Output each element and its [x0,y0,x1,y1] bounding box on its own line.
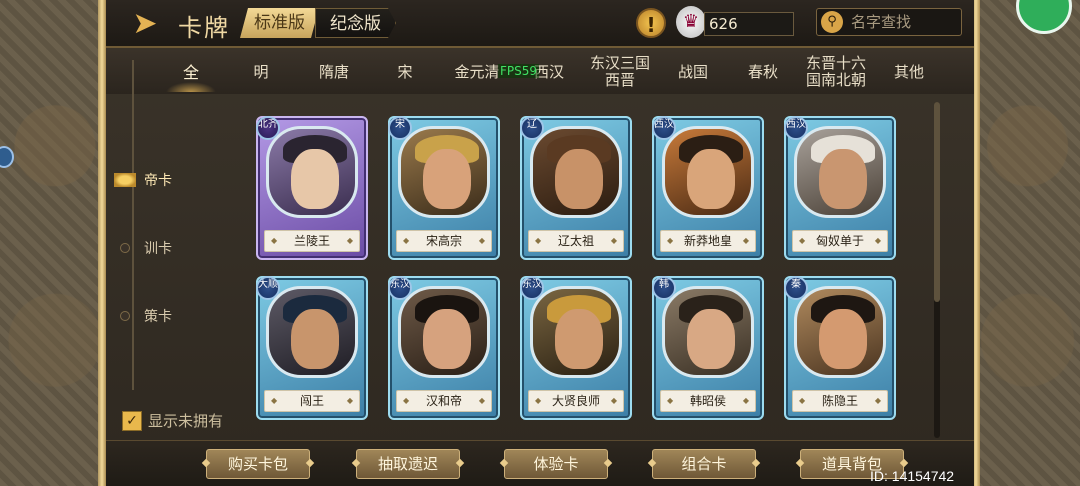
card-item[interactable]: 秦 陈隐王 [784,276,896,420]
tab-dynasty-other[interactable]: 其他 [884,50,934,94]
portrait-image [266,286,358,378]
card-name: 大贤良师 [528,390,624,412]
card-item[interactable]: 东汉 汉和帝 [388,276,500,420]
show-unowned-label: 显示未拥有 [148,412,224,430]
buy-pack-button[interactable]: 购买卡包 [206,449,310,479]
user-id-label: ID: 14154742 [870,468,955,484]
portrait-face [291,149,339,209]
tab-dynasty-song[interactable]: 宋 [382,50,428,94]
search-input[interactable] [851,12,959,32]
portrait-image [794,286,886,378]
category-strategy-cards[interactable]: 策卡 [120,306,172,326]
card-item[interactable]: 东汉 大贤良师 [520,276,632,420]
tab-dynasty-ming[interactable]: 明 [236,50,286,94]
card-name: 陈隐王 [792,390,888,412]
dynasty-badge: 韩 [652,276,676,300]
category-emperor-cards[interactable]: 帝卡 [114,170,172,190]
category-rail-line [132,60,134,390]
card-item[interactable]: 宋 宋高宗 [388,116,500,260]
card-name: 匈奴单于 [792,230,888,252]
tab-dynasty-chunqiu[interactable]: 春秋 [738,50,788,94]
dynasty-badge: 北齐 [256,116,280,140]
portrait-image [266,126,358,218]
portrait-image [662,286,754,378]
portrait-face [291,309,339,369]
dynasty-badge: 西汉 [784,116,808,140]
portrait-face [687,309,735,369]
dynasty-badge: 西汉 [652,116,676,140]
exclamation-icon[interactable]: ! [636,8,666,38]
card-name: 兰陵王 [264,230,360,252]
card-item[interactable]: 韩 韩昭侯 [652,276,764,420]
dynasty-filter-bar: 全 明 隋唐 宋 金元清 西汉 东汉三国 西晋 战国 春秋 东晋十六 国南北朝 … [106,50,974,94]
card-list-scrollbar[interactable] [934,102,940,438]
right-ornament-panel [975,0,1080,486]
dot-icon [120,311,130,321]
category-label: 策卡 [144,309,172,325]
scrollbar-thumb[interactable] [934,102,940,302]
tab-commemorative-edition[interactable]: 纪念版 [315,8,396,38]
dynasty-badge: 辽 [520,116,544,140]
card-item[interactable]: 西汉 新莽地皇 [652,116,764,260]
portrait-face [555,149,603,209]
portrait-image [398,126,490,218]
checkmark-icon[interactable]: ✓ [122,410,142,431]
portrait-face [423,149,471,209]
tab-dynasty-dongjin[interactable]: 东晋十六 国南北朝 [800,50,872,94]
card-name: 新莽地皇 [660,230,756,252]
crane-coin-icon: ♛ [676,6,706,38]
card-name: 汉和帝 [396,390,492,412]
portrait-image [530,286,622,378]
card-name: 闯王 [264,390,360,412]
dynasty-badge: 秦 [784,276,808,300]
portrait-image [794,126,886,218]
category-label: 帝卡 [144,173,172,189]
portrait-image [398,286,490,378]
page-title: 卡牌 [178,14,230,42]
bottom-action-bar: 购买卡包 抽取遗迟 体验卡 组合卡 道具背包 [106,440,974,486]
dynasty-badge: 宋 [388,116,412,140]
tab-dynasty-zhanguo[interactable]: 战国 [668,50,718,94]
tab-dynasty-all[interactable]: 全 [166,50,216,94]
portrait-face [819,309,867,369]
card-item[interactable]: 北齐 兰陵王 [256,116,368,260]
magnifier-icon[interactable]: ⚲ [821,11,843,33]
left-gold-rail [98,0,106,486]
left-ornament-panel [0,0,110,486]
portrait-face [687,149,735,209]
card-name: 宋高宗 [396,230,492,252]
category-training-cards[interactable]: 训卡 [120,238,172,258]
version-tabs: 标准版 纪念版 [240,8,396,38]
draw-relic-button[interactable]: 抽取遗迟 [356,449,460,479]
show-unowned-toggle[interactable]: ✓ 显示未拥有 [122,410,223,431]
portrait-image [530,126,622,218]
search-bar[interactable]: ⚲ [816,8,962,36]
category-label: 训卡 [144,241,172,257]
dynasty-badge: 大顺 [256,276,280,300]
card-name: 辽太祖 [528,230,624,252]
tab-dynasty-donghan[interactable]: 东汉三国 西晋 [584,50,656,94]
card-name: 韩昭侯 [660,390,756,412]
dynasty-badge: 东汉 [388,276,412,300]
trial-card-button[interactable]: 体验卡 [504,449,608,479]
currency-amount: 626 [704,12,794,36]
portrait-face [819,149,867,209]
header-bar: ➤ 卡牌 标准版 纪念版 ! ♛ 626 ⚲ [106,0,974,48]
lotus-icon [114,173,136,187]
card-item[interactable]: 辽 辽太祖 [520,116,632,260]
portrait-image [662,126,754,218]
card-collection-panel: ➤ 卡牌 标准版 纪念版 ! ♛ 626 ⚲ 全 明 隋唐 宋 金元清 西汉 东… [106,0,974,486]
back-arrow-icon[interactable]: ➤ [120,6,170,41]
portrait-face [555,309,603,369]
card-item[interactable]: 大顺 闯王 [256,276,368,420]
portrait-face [423,309,471,369]
dot-icon [120,243,130,253]
tab-dynasty-suitang[interactable]: 隋唐 [306,50,362,94]
dynasty-badge: 东汉 [520,276,544,300]
combo-card-button[interactable]: 组合卡 [652,449,756,479]
tab-standard-edition[interactable]: 标准版 [240,8,319,38]
fps-counter: FPS59 [498,64,540,78]
card-item[interactable]: 西汉 匈奴单于 [784,116,896,260]
